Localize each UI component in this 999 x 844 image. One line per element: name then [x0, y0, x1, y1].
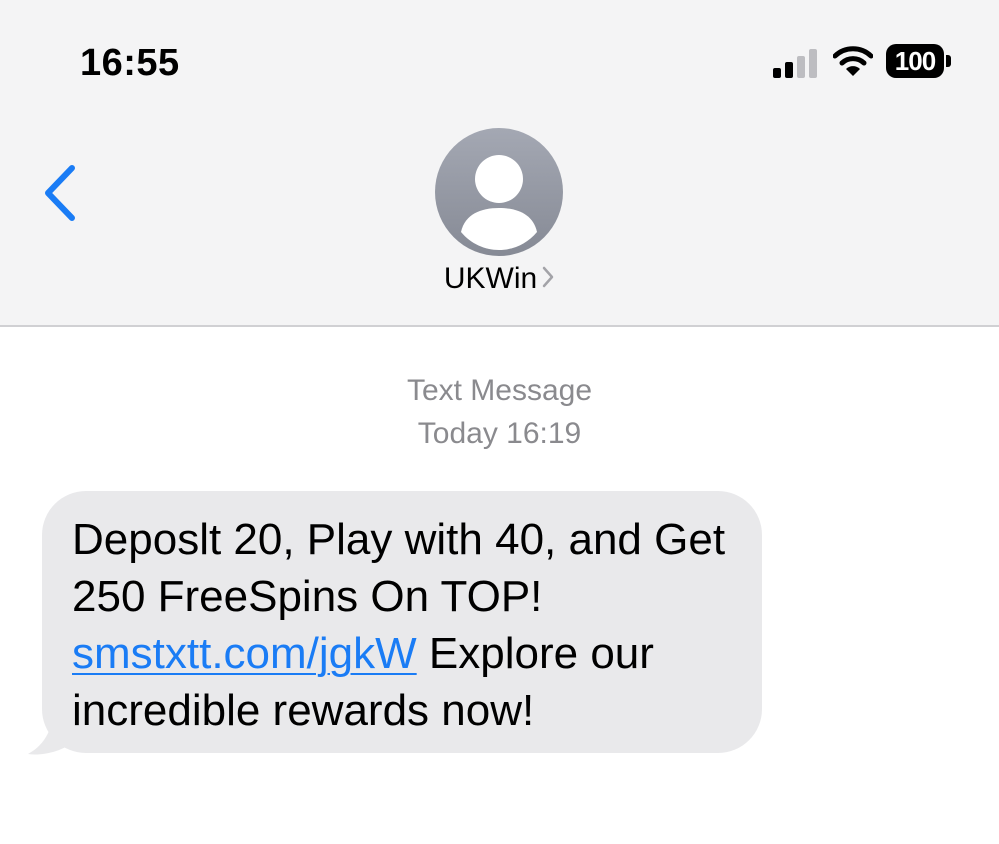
message-text: Deposlt 20, Play with 40, and Get 250 Fr… [72, 511, 752, 739]
battery-icon: 100 [886, 44, 952, 80]
message-service-label: Text Message [406, 374, 593, 407]
signal-bar [773, 68, 781, 78]
battery-tip [946, 55, 951, 67]
battery-level: 100 [886, 44, 944, 78]
chevron-left-icon [45, 165, 75, 221]
wifi-icon [832, 44, 874, 78]
message-screen: 16:55 100 UKWin Text Message Today 16:19… [0, 0, 999, 844]
message-timestamp: Today 16:19 [417, 417, 582, 450]
contact-name-button[interactable]: UKWin [0, 262, 999, 297]
person-silhouette-icon [461, 155, 537, 250]
conversation-header: 16:55 100 UKWin [0, 0, 999, 327]
signal-bar [785, 62, 793, 78]
back-button[interactable] [38, 162, 82, 226]
signal-bar [797, 56, 805, 78]
contact-avatar[interactable] [435, 128, 563, 256]
chevron-right-icon [541, 263, 555, 297]
status-time: 16:55 [80, 42, 180, 84]
message-text-part: Deposlt 20, Play with 40, and Get 250 Fr… [72, 515, 726, 621]
cellular-signal-icon [773, 48, 819, 78]
contact-name: UKWin [443, 262, 538, 295]
signal-bar [809, 49, 817, 78]
message-link[interactable]: smstxtt.com/jgkW [72, 629, 417, 678]
